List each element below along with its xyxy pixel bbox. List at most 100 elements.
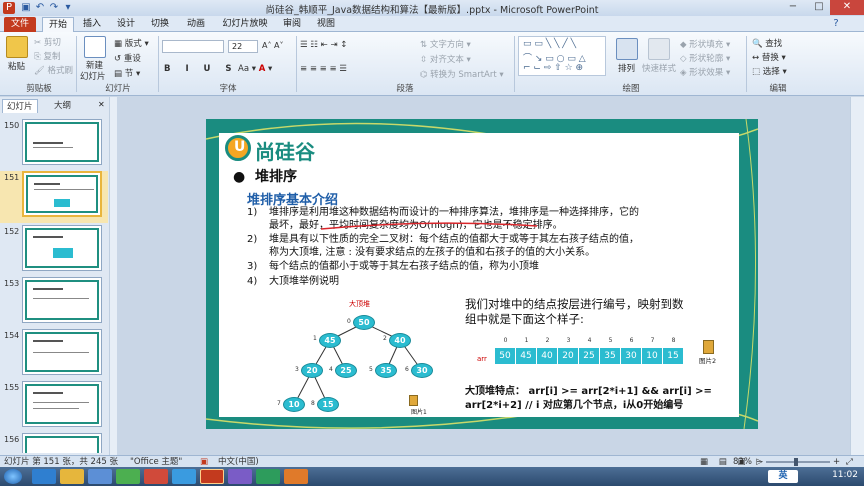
- ribbon: 粘贴 ✂ 剪切 ⎘ 复制 🖌 格式刷 剪贴板 新建 幻灯片 ▦ 版式 ▾ ↺ 重…: [0, 32, 864, 96]
- figure1-label: 图片1: [411, 409, 427, 416]
- slide-thumbnail[interactable]: 156: [0, 433, 108, 453]
- tree-node: 40: [389, 333, 411, 348]
- array-cell: 30: [621, 348, 642, 364]
- list-buttons[interactable]: ☰ ☷ ⇤ ⇥ ↕: [300, 40, 347, 50]
- taskbar-explorer-icon[interactable]: [60, 469, 84, 484]
- paragraph-group-label: 段落: [396, 84, 414, 94]
- feature-text: 大顶堆特点： arr[i] >= arr[2*i+1] && arr[i] >=…: [465, 386, 712, 411]
- quick-styles-icon[interactable]: [648, 38, 670, 60]
- tab-transitions[interactable]: 切换: [146, 17, 174, 32]
- zoom-track[interactable]: [766, 461, 830, 463]
- slide-thumbnail[interactable]: 152: [0, 225, 108, 277]
- tab-slides[interactable]: 幻灯片: [2, 99, 38, 113]
- array-cell: 25: [579, 348, 600, 364]
- shapes-gallery[interactable]: ▭ ▭ ╲ ╲ ╱ ╲ ⌒ ↘ ▭ ○ ▭ △ ⌐ ⌙ ⇨ ⇧ ☆ ⊕: [518, 36, 606, 76]
- separator: [746, 36, 747, 92]
- slide-thumbnail-selected[interactable]: 151: [0, 171, 108, 223]
- font-name-combo[interactable]: [162, 40, 224, 53]
- font-style-buttons[interactable]: B I U S: [164, 64, 238, 74]
- taskbar-app-icon[interactable]: [88, 469, 112, 484]
- separator: [296, 36, 297, 92]
- font-grow-shrink[interactable]: A˄ A˅: [262, 41, 284, 50]
- paste-button[interactable]: 粘贴: [8, 60, 25, 72]
- slide-canvas[interactable]: U 尚硅谷 ● 堆排序 堆排序基本介绍 1) 堆排序是利用堆这种数据结构而设计的…: [206, 119, 758, 429]
- slides-group-label: 幻灯片: [105, 84, 131, 94]
- zoom-thumb[interactable]: [794, 458, 798, 466]
- tab-animations[interactable]: 动画: [182, 17, 210, 32]
- taskbar: 英 11:02: [0, 467, 864, 486]
- tab-view[interactable]: 视图: [312, 17, 340, 32]
- taskbar-app-icon[interactable]: [228, 469, 252, 484]
- start-button[interactable]: [4, 469, 22, 484]
- align-text-button[interactable]: ⇳ 对齐文本 ▾: [420, 53, 471, 65]
- minimize-button[interactable]: −: [780, 0, 806, 15]
- reset-button[interactable]: ↺ 重设: [114, 52, 141, 64]
- taskbar-app-icon[interactable]: [116, 469, 140, 484]
- help-icon[interactable]: ?: [830, 18, 842, 30]
- slide-content: U 尚硅谷 ● 堆排序 堆排序基本介绍 1) 堆排序是利用堆这种数据结构而设计的…: [219, 133, 739, 417]
- tab-outline[interactable]: 大纲: [50, 99, 75, 113]
- separator: [158, 36, 159, 92]
- editing-group-label: 编辑: [769, 84, 787, 94]
- array-cell: 45: [516, 348, 537, 364]
- select-button[interactable]: ⬚ 选择 ▾: [752, 65, 787, 77]
- align-buttons[interactable]: ≡ ≡ ≡ ≡ ☰: [300, 64, 347, 74]
- tree-node: 35: [375, 363, 397, 378]
- paste-icon[interactable]: [6, 36, 28, 58]
- tab-insert[interactable]: 插入: [78, 17, 106, 32]
- editor-scrollbar[interactable]: [850, 97, 864, 455]
- tree-node: 25: [335, 363, 357, 378]
- format-painter-button[interactable]: 🖌 格式刷: [34, 64, 73, 76]
- ime-indicator[interactable]: 英: [768, 470, 798, 483]
- status-bar: 幻灯片 第 151 张，共 245 张 "Office 主题" ▣ 中文(中国)…: [0, 455, 864, 467]
- image-placeholder-icon: [703, 340, 714, 354]
- taskbar-app-icon[interactable]: [256, 469, 280, 484]
- quick-styles-button[interactable]: 快速样式: [642, 62, 676, 74]
- separator: [76, 36, 77, 92]
- layout-button[interactable]: ▦ 版式 ▾: [114, 37, 149, 49]
- panel-scrollbar[interactable]: [109, 97, 117, 455]
- shape-fill-button[interactable]: ◆ 形状填充 ▾: [680, 38, 730, 50]
- title-bar: P ▣ ↶ ↷ ▾ 尚硅谷_韩顺平_Java数据结构和算法【最新版】.pptx …: [0, 0, 864, 16]
- font-group-label: 字体: [219, 84, 237, 94]
- drawing-group-label: 绘图: [622, 84, 640, 94]
- shape-effects-button[interactable]: ◈ 形状效果 ▾: [680, 66, 730, 78]
- text-direction-button[interactable]: ⇅ 文字方向 ▾: [420, 38, 471, 50]
- taskbar-app-icon[interactable]: [172, 469, 196, 484]
- slide-thumbnail[interactable]: 154: [0, 329, 108, 381]
- close-button[interactable]: ✕: [830, 0, 864, 15]
- cut-button[interactable]: ✂ 剪切: [34, 36, 61, 48]
- array-indices: 0 1 2 3 4 5 6 7 8: [503, 337, 676, 344]
- arrange-icon[interactable]: [616, 38, 638, 60]
- window-title: 尚硅谷_韩顺平_Java数据结构和算法【最新版】.pptx - Microsof…: [265, 5, 599, 16]
- shape-outline-button[interactable]: ◇ 形状轮廓 ▾: [680, 52, 730, 64]
- replace-button[interactable]: ↔ 替换 ▾: [752, 51, 786, 63]
- taskbar-powerpoint-icon[interactable]: [200, 469, 224, 484]
- find-button[interactable]: 🔍 查找: [752, 37, 782, 49]
- font-size-combo[interactable]: 22: [228, 40, 258, 53]
- array-label: arr: [477, 355, 487, 363]
- tab-slideshow[interactable]: 幻灯片放映: [218, 17, 272, 32]
- arrange-button[interactable]: 排列: [618, 62, 635, 74]
- tab-home[interactable]: 开始: [42, 17, 74, 32]
- tab-review[interactable]: 审阅: [278, 17, 306, 32]
- tab-design[interactable]: 设计: [112, 17, 140, 32]
- section-button[interactable]: ▤ 节 ▾: [114, 67, 140, 79]
- array-cell: 50: [495, 348, 516, 364]
- slide-thumbnail[interactable]: 155: [0, 381, 108, 433]
- font-color-button[interactable]: Aa ▾ A ▾: [238, 64, 272, 74]
- new-slide-icon[interactable]: [84, 36, 106, 58]
- array-cell: 10: [642, 348, 663, 364]
- tab-file[interactable]: 文件: [4, 17, 36, 32]
- slide-thumbnail[interactable]: 150: [0, 119, 108, 171]
- copy-button[interactable]: ⎘ 复制: [34, 50, 61, 62]
- smartart-button[interactable]: ⌬ 转换为 SmartArt ▾: [420, 68, 504, 80]
- slide-thumbnail[interactable]: 153: [0, 277, 108, 329]
- close-panel-icon[interactable]: ✕: [98, 100, 105, 109]
- figure2-label: 图片2: [699, 357, 717, 365]
- taskbar-app-icon[interactable]: [144, 469, 168, 484]
- maximize-button[interactable]: □: [806, 0, 832, 15]
- taskbar-app-icon[interactable]: [284, 469, 308, 484]
- taskbar-ie-icon[interactable]: [32, 469, 56, 484]
- tree-node: 50: [353, 315, 375, 330]
